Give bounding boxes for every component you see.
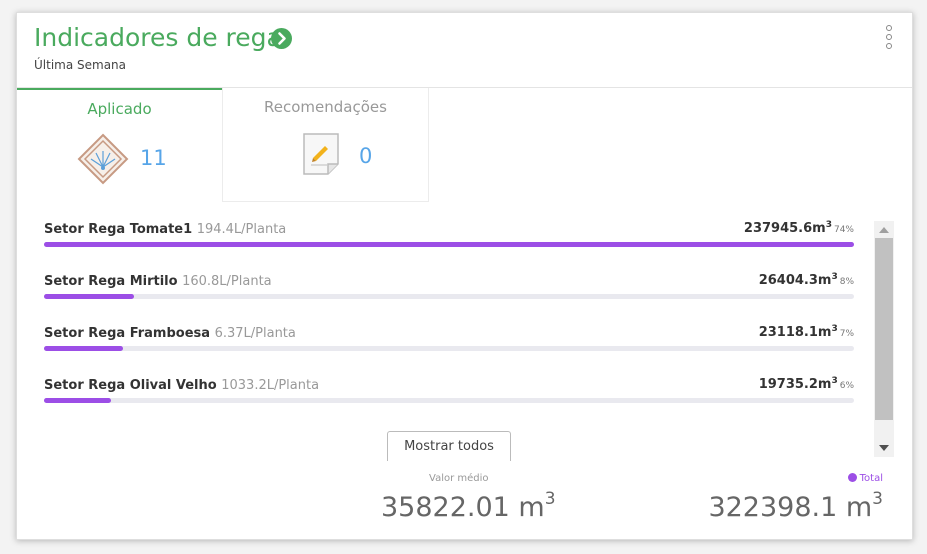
chevron-right-circle-icon[interactable] [271, 28, 292, 49]
tab-recommendations-count: 0 [359, 144, 373, 168]
tab-applied-label: Aplicado [87, 100, 152, 118]
average-label: Valor médio [429, 473, 489, 484]
sector-volume-unit: 3 [831, 376, 838, 386]
sector-bar [44, 242, 854, 247]
list-item: Setor Rega Tomate1 194.4L/Planta 237945.… [44, 220, 854, 260]
list-item: Setor Rega Mirtilo 160.8L/Planta 26404.3… [44, 272, 854, 312]
kebab-menu-icon[interactable] [884, 25, 894, 55]
sector-name: Setor Rega Mirtilo [44, 274, 178, 289]
irrigation-indicators-card: Indicadores de rega Última Semana Aplica… [16, 12, 913, 540]
sector-bar-fill [44, 346, 123, 351]
sector-bar [44, 346, 854, 351]
total-value: 322398.1 m3 [708, 489, 883, 523]
sector-rate: 6.37L/Planta [214, 326, 296, 341]
sector-percent: 8% [839, 277, 854, 287]
sector-bar-fill [44, 294, 134, 299]
list-item: Setor Rega Framboesa 6.37L/Planta 23118.… [44, 324, 854, 364]
sector-bar [44, 398, 854, 403]
scroll-down-arrow-icon[interactable] [874, 440, 894, 457]
total-legend: Total [847, 473, 883, 484]
list-item: Setor Rega Olival Velho 1033.2L/Planta 1… [44, 376, 854, 416]
tab-recommendations[interactable]: Recomendações 0 [222, 88, 429, 202]
sector-volume: 237945.6m [743, 221, 826, 236]
sector-volume: 23118.1m [758, 325, 832, 340]
sector-volume-unit: 3 [831, 272, 838, 282]
sector-rate: 194.4L/Planta [196, 222, 287, 237]
sector-volume-unit: 3 [831, 324, 838, 334]
period-subtitle: Última Semana [34, 58, 127, 72]
sector-bar-fill [44, 398, 112, 403]
sector-percent: 74% [833, 225, 854, 235]
average-value: 35822.01 m3 [381, 489, 556, 523]
list-scrollbar[interactable] [874, 221, 894, 457]
sprinkler-icon [77, 133, 129, 189]
tab-applied[interactable]: Aplicado 11 [17, 88, 222, 202]
sector-rate: 1033.2L/Planta [221, 378, 320, 393]
sector-volume: 26404.3m [758, 273, 832, 288]
sector-volume: 19735.2m [758, 377, 832, 392]
scroll-thumb[interactable] [875, 238, 893, 420]
sector-bar [44, 294, 854, 299]
note-pencil-icon [301, 131, 343, 181]
scroll-up-arrow-icon[interactable] [874, 221, 894, 238]
sector-bar-fill [44, 242, 854, 247]
sector-percent: 7% [839, 329, 854, 339]
average-unit: 3 [544, 489, 556, 509]
card-title: Indicadores de rega [34, 23, 282, 52]
show-all-button[interactable]: Mostrar todos [387, 431, 511, 461]
tab-applied-count: 11 [140, 146, 167, 170]
sector-name: Setor Rega Tomate1 [44, 222, 193, 237]
sector-rate: 160.8L/Planta [182, 274, 272, 289]
legend-dot-icon [847, 473, 857, 482]
sector-name: Setor Rega Framboesa [44, 326, 211, 341]
card-header: Indicadores de rega Última Semana [17, 13, 912, 88]
tab-recommendations-label: Recomendações [264, 98, 387, 116]
total-unit: 3 [872, 489, 883, 509]
sector-name: Setor Rega Olival Velho [44, 378, 217, 393]
sector-volume-unit: 3 [825, 220, 832, 230]
sector-percent: 6% [839, 381, 854, 391]
